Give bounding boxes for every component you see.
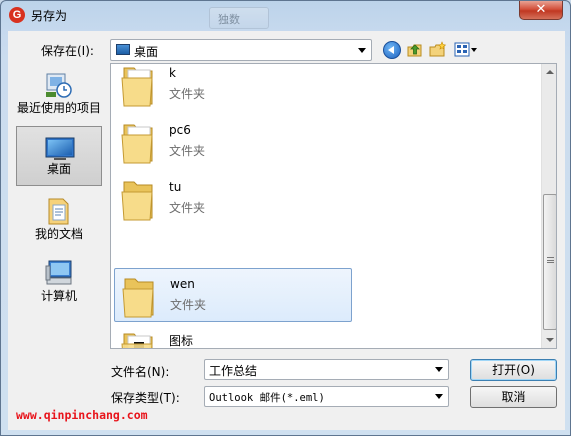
file-list[interactable]: k 文件夹 pc6 文件夹 tu 文件夹 wen 文件夹 图标 [110,63,557,349]
scroll-down-arrow-icon[interactable] [542,332,556,348]
place-label: 计算机 [40,289,77,303]
list-item-folder-tu[interactable]: tu 文件夹 [114,172,352,226]
open-button[interactable]: 打开(O) [470,359,557,381]
chevron-down-icon[interactable] [435,367,443,372]
file-name: pc6 [169,123,191,137]
chevron-down-icon[interactable] [358,48,366,53]
place-computer[interactable]: 计算机 [16,252,102,312]
filename-label: 文件名(N): [111,365,170,379]
file-name: tu [169,180,182,194]
place-recent-items[interactable]: 最近使用的项目 [16,64,102,124]
file-name: k [169,66,176,80]
vertical-scrollbar[interactable] [541,64,556,348]
filetype-value: Outlook 邮件(*.eml) [209,392,325,404]
list-item-folder-k[interactable]: k 文件夹 [114,64,352,112]
dialog-client-area: 保存在(I): 桌面 最近使用的项目 桌面 我的文档 计算机 k 文件夹 pc6… [8,31,565,430]
folder-icon [121,124,153,164]
list-item-folder-icons[interactable]: 图标 文件夹 [114,324,352,348]
filetype-label: 保存类型(T): [111,391,180,405]
file-type: 文件夹 [169,144,206,158]
location-dropdown[interactable]: 桌面 [110,39,372,61]
folder-icon [121,181,153,221]
file-name: wen [170,277,195,291]
app-logo-icon: G [9,7,25,23]
filename-field[interactable]: 工作总结 [204,359,449,380]
file-type: 文件夹 [170,298,207,312]
filename-value[interactable]: 工作总结 [209,362,257,379]
folder-icon [121,333,153,348]
grip-icon [547,257,554,263]
list-item-folder-wen[interactable]: wen 文件夹 [114,268,352,322]
place-label: 最近使用的项目 [16,101,101,115]
background-window-label: 独数 [218,13,240,26]
up-folder-icon[interactable] [406,41,424,59]
file-type: 文件夹 [169,201,206,215]
place-label: 桌面 [46,162,71,176]
save-in-label: 保存在(I): [41,44,94,58]
folder-icon [122,278,154,318]
recent-items-icon [46,73,72,98]
place-label: 我的文档 [34,227,83,241]
background-window-tab: 独数 [209,7,269,29]
file-name: 图标 [169,334,194,348]
place-desktop[interactable]: 桌面 [16,126,102,186]
scroll-up-arrow-icon[interactable] [542,64,556,80]
chevron-down-icon[interactable] [435,394,443,399]
computer-icon [45,260,72,285]
new-folder-icon[interactable] [429,41,447,59]
desktop-icon [116,44,130,55]
places-bar: 最近使用的项目 桌面 我的文档 计算机 [10,62,106,348]
dialog-window: G 另存为 独数 ✕ 保存在(I): 桌面 最近使用的项目 桌面 我的文档 计算… [0,0,571,436]
filetype-select[interactable]: Outlook 邮件(*.eml) [204,386,449,407]
scrollbar-thumb[interactable] [543,194,556,330]
back-icon[interactable] [383,41,401,59]
location-value: 桌面 [134,45,159,59]
place-my-documents[interactable]: 我的文档 [16,190,102,250]
list-item-folder-pc6[interactable]: pc6 文件夹 [114,115,352,169]
title-bar[interactable]: G 另存为 独数 ✕ [1,1,570,29]
desktop-icon [45,137,75,160]
cancel-button[interactable]: 取消 [470,386,557,408]
documents-icon [48,198,69,225]
view-menu-icon[interactable] [454,41,478,59]
window-title: 另存为 [31,9,68,23]
watermark: www.qinpinchang.com [16,408,148,422]
close-button[interactable]: ✕ [519,1,563,20]
folder-icon [121,67,153,107]
file-type: 文件夹 [169,87,206,101]
